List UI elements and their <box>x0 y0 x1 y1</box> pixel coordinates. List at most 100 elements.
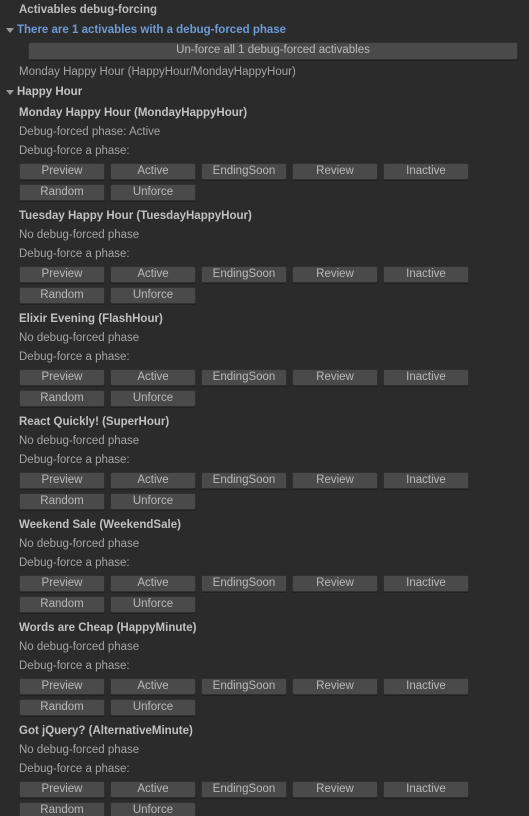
phase-button-review[interactable]: Review <box>292 266 378 283</box>
phase-button-random[interactable]: Random <box>19 287 105 304</box>
phase-button-active[interactable]: Active <box>110 163 196 180</box>
phase-button-row-1: Preview Active EndingSoon Review Inactive <box>0 573 529 594</box>
phase-button-active[interactable]: Active <box>110 472 196 489</box>
phase-button-random[interactable]: Random <box>19 390 105 407</box>
phase-button-endingsoon[interactable]: EndingSoon <box>201 575 287 592</box>
triangle-down-icon[interactable] <box>3 20 17 40</box>
activable-block: Elixir Evening (FlashHour) No debug-force… <box>0 308 529 411</box>
phase-button-row-2: Random Unforce <box>0 388 529 409</box>
activable-status: Debug-forced phase: Active <box>19 126 161 138</box>
force-phase-prompt: Debug-force a phase: <box>19 660 130 672</box>
phase-button-row-2: Random Unforce <box>0 697 529 718</box>
phase-button-endingsoon[interactable]: EndingSoon <box>201 266 287 283</box>
unforce-all-button[interactable]: Un-force all 1 debug-forced activables <box>28 42 518 60</box>
activables-list: Monday Happy Hour (MondayHappyHour) Debug… <box>0 102 529 816</box>
triangle-down-icon[interactable] <box>3 82 17 102</box>
force-phase-prompt: Debug-force a phase: <box>19 557 130 569</box>
activable-title: Elixir Evening (FlashHour) <box>19 313 163 325</box>
phase-button-random[interactable]: Random <box>19 802 105 816</box>
activable-status: No debug-forced phase <box>19 538 140 550</box>
phase-button-active[interactable]: Active <box>110 781 196 798</box>
force-phase-prompt: Debug-force a phase: <box>19 763 130 775</box>
phase-button-endingsoon[interactable]: EndingSoon <box>201 472 287 489</box>
phase-button-row-1: Preview Active EndingSoon Review Inactive <box>0 779 529 800</box>
summary-foldout[interactable]: There are 1 activables with a debug-forc… <box>0 20 529 40</box>
summary-foldout-label: There are 1 activables with a debug-forc… <box>17 24 287 36</box>
phase-button-random[interactable]: Random <box>19 493 105 510</box>
activable-title: Words are Cheap (HappyMinute) <box>19 622 197 634</box>
phase-button-inactive[interactable]: Inactive <box>383 266 469 283</box>
activable-status: No debug-forced phase <box>19 332 140 344</box>
phase-button-active[interactable]: Active <box>110 575 196 592</box>
phase-button-inactive[interactable]: Inactive <box>383 575 469 592</box>
phase-button-row-2: Random Unforce <box>0 491 529 512</box>
phase-button-preview[interactable]: Preview <box>19 575 105 592</box>
phase-button-active[interactable]: Active <box>110 678 196 695</box>
phase-button-unforce[interactable]: Unforce <box>110 287 196 304</box>
activables-debug-panel: Activables debug-forcing There are 1 act… <box>0 0 529 816</box>
phase-button-random[interactable]: Random <box>19 184 105 201</box>
page-title: Activables debug-forcing <box>19 4 158 16</box>
activable-status: No debug-forced phase <box>19 229 140 241</box>
phase-button-random[interactable]: Random <box>19 596 105 613</box>
activable-title: Got jQuery? (AlternativeMinute) <box>19 725 193 737</box>
activable-block: Monday Happy Hour (MondayHappyHour) Debug… <box>0 102 529 205</box>
phase-button-inactive[interactable]: Inactive <box>383 678 469 695</box>
activable-block: Words are Cheap (HappyMinute) No debug-fo… <box>0 617 529 720</box>
activable-block: Got jQuery? (AlternativeMinute) No debug-… <box>0 720 529 816</box>
phase-button-review[interactable]: Review <box>292 163 378 180</box>
phase-button-row-1: Preview Active EndingSoon Review Inactive <box>0 264 529 285</box>
phase-button-active[interactable]: Active <box>110 266 196 283</box>
activable-status: No debug-forced phase <box>19 641 140 653</box>
phase-button-inactive[interactable]: Inactive <box>383 369 469 386</box>
phase-button-endingsoon[interactable]: EndingSoon <box>201 163 287 180</box>
phase-button-preview[interactable]: Preview <box>19 678 105 695</box>
phase-button-preview[interactable]: Preview <box>19 163 105 180</box>
activable-status: No debug-forced phase <box>19 744 140 756</box>
activable-title: Tuesday Happy Hour (TuesdayHappyHour) <box>19 210 252 222</box>
phase-button-active[interactable]: Active <box>110 369 196 386</box>
phase-button-inactive[interactable]: Inactive <box>383 472 469 489</box>
phase-button-review[interactable]: Review <box>292 678 378 695</box>
activable-block: Weekend Sale (WeekendSale) No debug-force… <box>0 514 529 617</box>
phase-button-row-1: Preview Active EndingSoon Review Inactive <box>0 367 529 388</box>
phase-button-random[interactable]: Random <box>19 699 105 716</box>
activable-block: React Quickly! (SuperHour) No debug-force… <box>0 411 529 514</box>
phase-button-endingsoon[interactable]: EndingSoon <box>201 678 287 695</box>
phase-button-inactive[interactable]: Inactive <box>383 163 469 180</box>
phase-button-unforce[interactable]: Unforce <box>110 184 196 201</box>
force-phase-prompt: Debug-force a phase: <box>19 145 130 157</box>
phase-button-unforce[interactable]: Unforce <box>110 699 196 716</box>
phase-button-review[interactable]: Review <box>292 781 378 798</box>
phase-button-review[interactable]: Review <box>292 472 378 489</box>
phase-button-preview[interactable]: Preview <box>19 369 105 386</box>
phase-button-endingsoon[interactable]: EndingSoon <box>201 781 287 798</box>
phase-button-unforce[interactable]: Unforce <box>110 390 196 407</box>
activable-status: No debug-forced phase <box>19 435 140 447</box>
phase-button-row-1: Preview Active EndingSoon Review Inactive <box>0 161 529 182</box>
phase-button-unforce[interactable]: Unforce <box>110 493 196 510</box>
phase-button-review[interactable]: Review <box>292 369 378 386</box>
group-foldout-label: Happy Hour <box>17 86 83 98</box>
phase-button-preview[interactable]: Preview <box>19 266 105 283</box>
phase-button-endingsoon[interactable]: EndingSoon <box>201 369 287 386</box>
phase-button-row-2: Random Unforce <box>0 182 529 203</box>
unforce-all-row: Un-force all 1 debug-forced activables <box>0 40 529 62</box>
activable-block: Tuesday Happy Hour (TuesdayHappyHour) No … <box>0 205 529 308</box>
phase-button-unforce[interactable]: Unforce <box>110 596 196 613</box>
phase-button-preview[interactable]: Preview <box>19 781 105 798</box>
phase-button-row-2: Random Unforce <box>0 594 529 615</box>
phase-button-inactive[interactable]: Inactive <box>383 781 469 798</box>
force-phase-prompt: Debug-force a phase: <box>19 351 130 363</box>
group-foldout-happy-hour[interactable]: Happy Hour <box>0 82 529 102</box>
activable-title: React Quickly! (SuperHour) <box>19 416 170 428</box>
phase-button-review[interactable]: Review <box>292 575 378 592</box>
forced-activable-list-item: Monday Happy Hour (HappyHour/MondayHappy… <box>19 66 296 78</box>
phase-button-row-2: Random Unforce <box>0 800 529 816</box>
phase-button-preview[interactable]: Preview <box>19 472 105 489</box>
phase-button-row-1: Preview Active EndingSoon Review Inactive <box>0 676 529 697</box>
activable-title: Weekend Sale (WeekendSale) <box>19 519 181 531</box>
force-phase-prompt: Debug-force a phase: <box>19 248 130 260</box>
phase-button-unforce[interactable]: Unforce <box>110 802 196 816</box>
force-phase-prompt: Debug-force a phase: <box>19 454 130 466</box>
